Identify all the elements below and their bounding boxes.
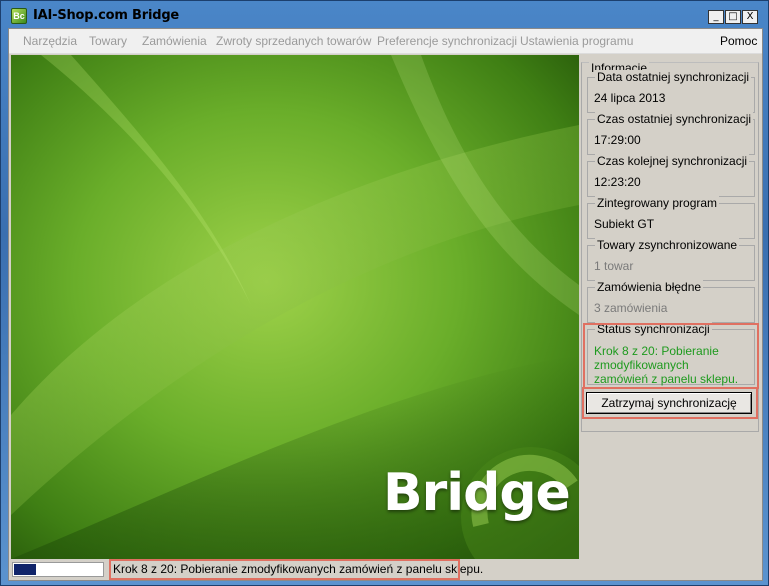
client-area: Narzędzia Towary Zamówienia Zwroty sprze… (8, 28, 763, 581)
integrated-program-label: Zintegrowany program (595, 196, 720, 210)
next-sync-time-label: Czas kolejnej synchronizacji (595, 154, 750, 168)
menu-bar: Narzędzia Towary Zamówienia Zwroty sprze… (9, 29, 762, 54)
integrated-program-value: Subiekt GT (594, 217, 655, 231)
window-title: IAI-Shop.com Bridge (33, 8, 180, 23)
failed-orders-label: Zamówienia błędne (595, 280, 704, 294)
status-text-highlight (109, 559, 460, 580)
info-group: Informacje Data ostatniej synchronizacji… (581, 61, 759, 432)
progress-fill (14, 564, 36, 575)
maximize-button[interactable]: □ (725, 10, 741, 24)
progress-bar (12, 562, 104, 577)
menu-ustawienia[interactable]: Ustawienia programu (520, 34, 633, 48)
menu-towary[interactable]: Towary (89, 34, 127, 48)
next-sync-time-group: Czas kolejnej synchronizacji 12:23:20 (587, 154, 755, 197)
synced-products-value: 1 towar (594, 259, 634, 273)
status-bar: Krok 8 z 20: Pobieranie zmodyfikowanych … (9, 559, 762, 580)
last-sync-date-value: 24 lipca 2013 (594, 91, 666, 105)
stop-button-highlight (582, 387, 758, 419)
app-logo-icon: Bc (11, 8, 27, 24)
close-button[interactable]: X (742, 10, 758, 24)
menu-zwroty[interactable]: Zwroty sprzedanych towarów (216, 34, 371, 48)
bridge-banner-image: Bridge (11, 55, 579, 559)
minimize-button[interactable]: _ (708, 10, 724, 24)
integrated-program-group: Zintegrowany program Subiekt GT (587, 196, 755, 239)
last-sync-date-group: Data ostatniej synchronizacji 24 lipca 2… (587, 70, 755, 113)
menu-zamowienia[interactable]: Zamówienia (142, 34, 207, 48)
synced-products-label: Towary zsynchronizowane (595, 238, 740, 252)
title-bar[interactable]: Bc IAI-Shop.com Bridge _ □ X (5, 5, 764, 27)
menu-narzedzia[interactable]: Narzędzia (23, 34, 77, 48)
last-sync-time-group: Czas ostatniej synchronizacji 17:29:00 (587, 112, 755, 155)
synced-products-group: Towary zsynchronizowane 1 towar (587, 238, 755, 281)
failed-orders-value: 3 zamówienia (594, 301, 668, 315)
menu-pomoc[interactable]: Pomoc (720, 34, 757, 48)
bridge-logo-text: Bridge (383, 463, 571, 523)
last-sync-date-label: Data ostatniej synchronizacji (595, 70, 752, 84)
menu-preferencje[interactable]: Preferencje synchronizacji (377, 34, 517, 48)
last-sync-time-value: 17:29:00 (594, 133, 641, 147)
sync-status-highlight (583, 323, 759, 389)
failed-orders-group: Zamówienia błędne 3 zamówienia (587, 280, 755, 323)
app-window: Bc IAI-Shop.com Bridge _ □ X Narzędzia T… (0, 0, 769, 586)
next-sync-time-value: 12:23:20 (594, 175, 641, 189)
last-sync-time-label: Czas ostatniej synchronizacji (595, 112, 754, 126)
info-panel: Informacje Data ostatniej synchronizacji… (581, 55, 760, 559)
